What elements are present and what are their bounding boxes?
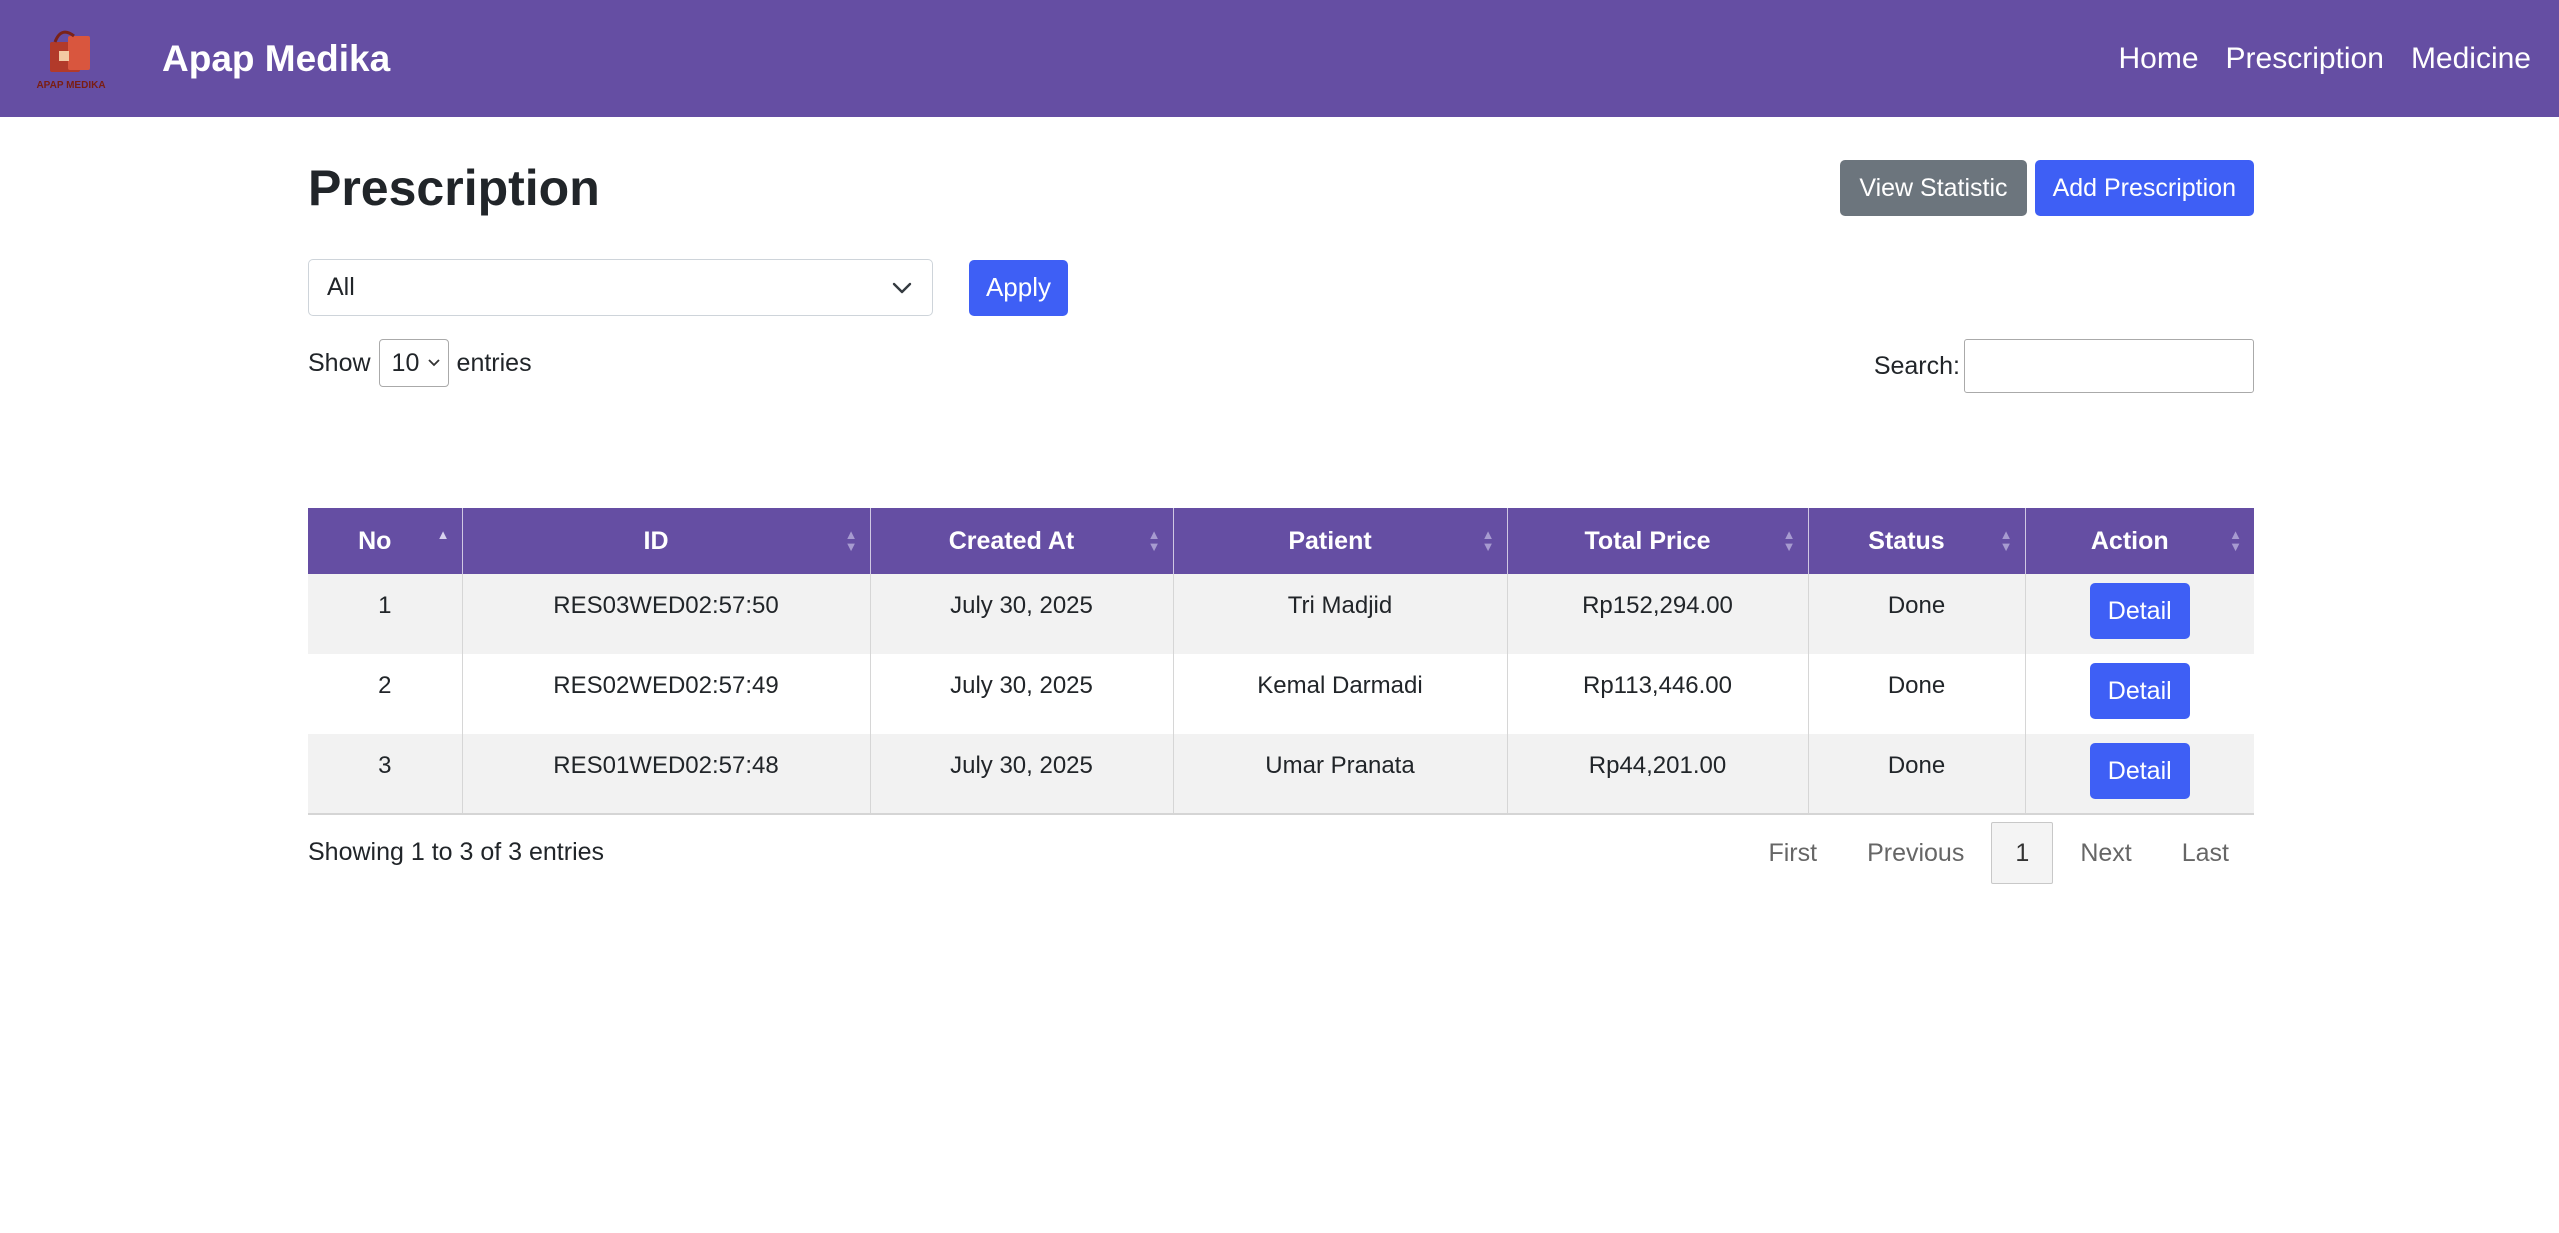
column-label: Created At [948,526,1075,555]
page-title: Prescription [308,160,600,216]
cell-patient: Umar Pranata [1172,734,1507,814]
chevron-down-icon [427,359,440,367]
search-row: Search: [1874,339,2254,393]
column-label: Action [2090,526,2169,555]
pagination-page-current[interactable]: 1 [1991,822,2054,884]
column-header-status[interactable]: Status ▲ ▼ [1807,508,2025,574]
sort-icon: ▲ [436,527,450,542]
cell-id: RES02WED02:57:49 [461,654,870,734]
sort-icon: ▲ ▼ [1782,527,1796,554]
sort-icon: ▲ ▼ [844,527,858,554]
column-label: Status [1868,526,1945,555]
column-header-patient[interactable]: Patient ▲ ▼ [1172,508,1507,574]
view-statistic-button[interactable]: View Statistic [1840,160,2027,216]
cell-status: Done [1807,734,2025,814]
pagination-last[interactable]: Last [2157,839,2254,868]
cell-created-at: July 30, 2025 [869,654,1173,734]
search-label: Search: [1873,351,1960,380]
status-filter-value: All [327,273,355,301]
column-header-id[interactable]: ID ▲ ▼ [461,508,870,574]
column-header-action[interactable]: Action ▲ ▼ [2024,508,2254,574]
nav-prescription[interactable]: Prescription [2226,42,2384,76]
pagination-previous[interactable]: Previous [1842,839,1989,868]
cell-patient: Tri Madjid [1172,574,1507,654]
table-row: 2 RES02WED02:57:49 July 30, 2025 Kemal D… [308,654,2254,734]
column-header-created-at[interactable]: Created At ▲ ▼ [869,508,1173,574]
table-row: 3 RES01WED02:57:48 July 30, 2025 Umar Pr… [308,734,2254,814]
column-label: No [358,526,392,555]
detail-button[interactable]: Detail [2089,583,2190,639]
pagination: First Previous 1 Next Last [1743,822,2254,884]
logo-text: APAP MEDIKA [36,80,105,91]
nav-links: Home Prescription Medicine [2092,42,2532,76]
apply-button[interactable]: Apply [969,259,1068,316]
entries-length: Show 10 entries [308,339,532,387]
column-label: Total Price [1584,526,1711,555]
pagination-first[interactable]: First [1743,839,1842,868]
chevron-down-icon [892,282,912,293]
navbar: APAP MEDIKA Apap Medika Home Prescriptio… [0,0,2559,117]
cell-action: Detail [2024,574,2254,654]
entries-label: entries [456,348,532,377]
add-prescription-button[interactable]: Add Prescription [2034,160,2254,216]
cell-id: RES03WED02:57:50 [461,574,870,654]
cell-total-price: Rp113,446.00 [1506,654,1808,734]
detail-button[interactable]: Detail [2089,743,2190,799]
cell-no: 3 [308,734,462,814]
sort-icon: ▲ ▼ [2229,527,2242,554]
cell-action: Detail [2024,654,2254,734]
entries-length-value: 10 [391,348,420,377]
cell-total-price: Rp44,201.00 [1506,734,1808,814]
column-label: Patient [1288,526,1372,555]
table-row: 1 RES03WED02:57:50 July 30, 2025 Tri Mad… [308,574,2254,654]
cell-created-at: July 30, 2025 [869,734,1173,814]
cell-no: 1 [308,574,462,654]
nav-home[interactable]: Home [2119,42,2199,76]
cell-status: Done [1807,654,2025,734]
brand-name[interactable]: Apap Medika [162,38,390,80]
entries-length-select[interactable]: 10 [378,339,449,387]
cell-created-at: July 30, 2025 [869,574,1173,654]
show-label: Show [308,348,371,377]
sort-icon: ▲ ▼ [1481,527,1495,554]
status-filter-select[interactable]: All [308,259,933,316]
prescription-table: No ▲ ID ▲ ▼ Created At ▲ ▼ Patient ▲ ▼ Total Pr… [308,508,2254,815]
sort-icon: ▲ ▼ [1147,527,1161,554]
table-info: Showing 1 to 3 of 3 entries [308,838,605,866]
table-header-row: No ▲ ID ▲ ▼ Created At ▲ ▼ Patient ▲ ▼ Total Pr… [308,508,2254,574]
cell-id: RES01WED02:57:48 [461,734,870,814]
sort-icon: ▲ ▼ [1999,527,2013,554]
cell-total-price: Rp152,294.00 [1506,574,1808,654]
cell-status: Done [1807,574,2025,654]
apap-medika-logo: APAP MEDIKA [36,30,106,91]
nav-medicine[interactable]: Medicine [2411,42,2531,76]
cell-patient: Kemal Darmadi [1172,654,1507,734]
top-actions: View Statistic Add Prescription [1840,160,2254,216]
brand[interactable]: APAP MEDIKA Apap Medika [28,24,390,94]
detail-button[interactable]: Detail [2089,663,2190,719]
column-label: ID [643,526,669,555]
column-header-total-price[interactable]: Total Price ▲ ▼ [1506,508,1808,574]
column-header-no[interactable]: No ▲ [308,508,462,574]
cell-no: 2 [308,654,462,734]
filter-row: All Apply [308,259,1068,316]
cell-action: Detail [2024,734,2254,814]
pagination-next[interactable]: Next [2055,839,2156,868]
search-input[interactable] [1964,339,2254,393]
